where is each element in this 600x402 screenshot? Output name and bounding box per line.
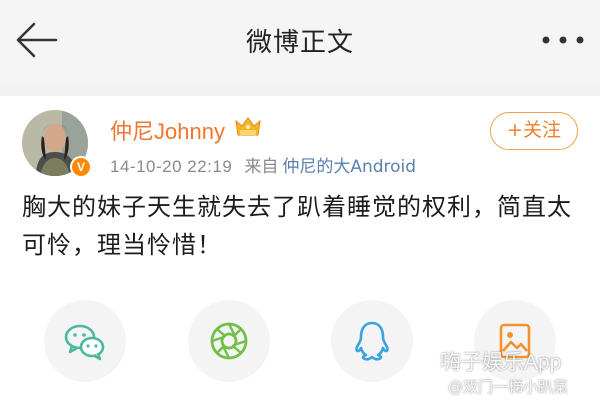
watermark-user: @双门一梯小趴菜: [448, 378, 569, 396]
section-divider: [0, 84, 600, 96]
crown-badge-icon: [232, 115, 264, 139]
page-title: 微博正文: [245, 28, 354, 58]
watermark-app: 嗨子娱乐App: [440, 351, 562, 374]
more-button[interactable]: [538, 28, 588, 52]
share-moments-button[interactable]: [188, 300, 270, 382]
follow-button[interactable]: +关注: [490, 112, 578, 150]
username[interactable]: 仲尼Johnny: [110, 114, 225, 146]
weibo-post-page: 微博正文 V 仲尼Johnny +关注 14-10-20 22:19 来自 仲尼…: [0, 0, 600, 402]
moments-icon: [210, 322, 248, 360]
share-qq-button[interactable]: [331, 300, 413, 382]
wechat-icon: [64, 324, 105, 361]
post-time: 14-10-20 22:19: [110, 157, 233, 176]
share-wechat-button[interactable]: [44, 300, 126, 382]
more-dots-icon: [542, 36, 584, 44]
post-meta: 14-10-20 22:19 来自 仲尼的大Android: [110, 152, 416, 177]
qq-icon: [355, 321, 389, 361]
top-bar: 微博正文: [0, 0, 600, 84]
v-badge-icon: V: [70, 156, 92, 178]
post-source[interactable]: 仲尼的大Android: [282, 157, 416, 177]
source-label: 来自: [244, 157, 279, 177]
post-content: 胸大的妹子天生就失去了趴着睡觉的权利，简直太可怜，理当怜惜！: [22, 193, 572, 259]
